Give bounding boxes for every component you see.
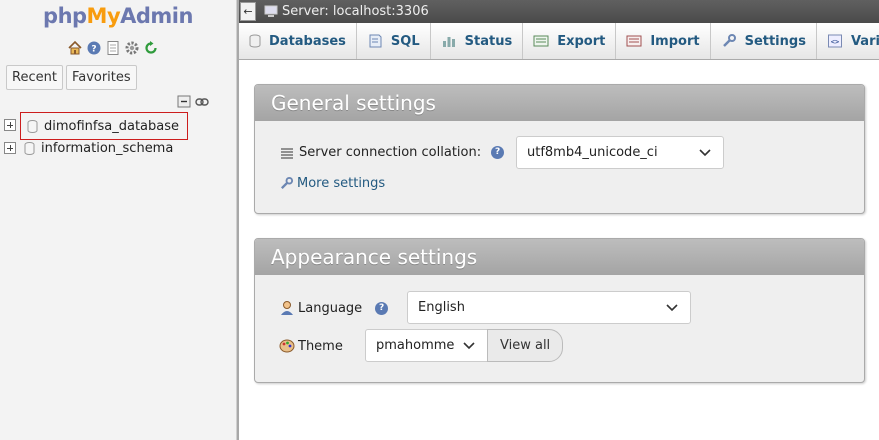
chevron-down-icon [463, 342, 475, 350]
language-value: English [418, 300, 465, 315]
database-item[interactable]: information_schema [4, 138, 173, 158]
home-icon[interactable] [67, 40, 83, 56]
database-icon [24, 141, 35, 155]
view-all-button[interactable]: View all [487, 329, 564, 362]
svg-text:?: ? [91, 45, 96, 55]
tab-label: Status [464, 33, 513, 49]
nav-icon-bar: ? [67, 40, 159, 56]
help-icon[interactable]: ? [491, 146, 505, 159]
sql-icon [369, 34, 382, 48]
tab-databases[interactable]: Databases [239, 23, 357, 59]
tab-label: Settings [744, 33, 806, 49]
top-menu: Databases SQL Status Export Import Setti… [239, 23, 879, 60]
logo-text-my: My [86, 4, 121, 28]
more-settings-row[interactable]: More settings [279, 176, 385, 191]
expand-icon[interactable] [4, 119, 20, 131]
collapse-all-icon[interactable] [177, 95, 192, 109]
logo-text-php: php [43, 4, 87, 28]
svg-text:<>: <> [831, 38, 839, 46]
nav-resize-handle[interactable] [236, 0, 239, 440]
theme-label: Theme [298, 338, 343, 354]
collapse-nav-button[interactable]: ← [240, 2, 256, 21]
collation-value: utf8mb4_unicode_ci [527, 145, 658, 160]
settings-icon[interactable] [124, 40, 140, 56]
theme-palette-icon [279, 339, 295, 353]
tab-label: Import [650, 33, 700, 49]
tab-favorites[interactable]: Favorites [65, 65, 137, 90]
import-icon [626, 35, 642, 47]
database-name: information_schema [41, 140, 174, 156]
reload-icon[interactable] [143, 40, 159, 56]
server-icon [264, 5, 278, 17]
server-label: Server: localhost:3306 [282, 4, 429, 19]
collation-row: Server connection collation: ? [280, 145, 505, 160]
collation-select[interactable]: utf8mb4_unicode_ci [516, 136, 724, 169]
language-row: Language ? [279, 300, 389, 316]
tab-label: Variables [850, 33, 879, 49]
nav-tabs: Recent Favorites [6, 65, 137, 90]
panel-title: Appearance settings [255, 239, 864, 275]
back-arrow-icon: ← [243, 5, 253, 18]
theme-row: Theme [279, 338, 343, 354]
chevron-down-icon [699, 149, 711, 157]
tab-sql[interactable]: SQL [357, 23, 431, 59]
tab-label: Databases [269, 33, 346, 49]
expand-icon[interactable] [4, 142, 16, 154]
database-icon [27, 119, 38, 133]
link-icon[interactable] [195, 95, 210, 109]
collation-icon [281, 148, 293, 158]
language-label: Language [298, 300, 363, 316]
language-icon [281, 301, 293, 315]
wrench-icon [280, 176, 294, 190]
help-icon[interactable]: ? [375, 301, 389, 315]
docs-icon[interactable] [105, 40, 121, 56]
database-icon [249, 34, 261, 48]
appearance-settings-panel: Appearance settings Language ? English T… [254, 238, 865, 383]
tab-recent[interactable]: Recent [6, 65, 63, 90]
tree-controls [177, 95, 210, 109]
phpmyadmin-logo[interactable]: phpMyAdmin [0, 4, 236, 28]
theme-select[interactable]: pmahomme [365, 329, 488, 362]
chevron-down-icon [666, 304, 678, 312]
wrench-icon [722, 34, 736, 47]
theme-value: pmahomme [376, 338, 455, 353]
help-icon[interactable]: ? [86, 40, 102, 56]
tab-variables[interactable]: <> Variables [817, 23, 879, 59]
tab-settings[interactable]: Settings [711, 23, 817, 59]
tab-import[interactable]: Import [616, 23, 711, 59]
tab-label: SQL [390, 33, 420, 49]
status-icon [442, 37, 455, 47]
logo-text-admin: Admin [120, 4, 193, 28]
database-item-selected[interactable]: dimofinfsa_database [20, 112, 188, 140]
collation-label: Server connection collation: [299, 145, 482, 160]
tab-label: Export [557, 33, 606, 49]
language-select[interactable]: English [407, 291, 691, 324]
panel-title: General settings [255, 85, 864, 121]
tab-export[interactable]: Export [523, 23, 617, 59]
variables-icon: <> [827, 34, 842, 48]
export-icon [533, 35, 549, 47]
tab-status[interactable]: Status [431, 23, 524, 59]
server-breadcrumb-bar: ← Server: localhost:3306 [239, 0, 879, 23]
navigation-panel: phpMyAdmin ? Recent Favorites dimofinfsa… [0, 0, 236, 440]
server-breadcrumb[interactable]: Server: localhost:3306 [264, 4, 429, 19]
database-name: dimofinfsa_database [44, 118, 179, 134]
more-settings-link[interactable]: More settings [297, 176, 385, 191]
general-settings-panel: General settings Server connection colla… [254, 84, 865, 214]
